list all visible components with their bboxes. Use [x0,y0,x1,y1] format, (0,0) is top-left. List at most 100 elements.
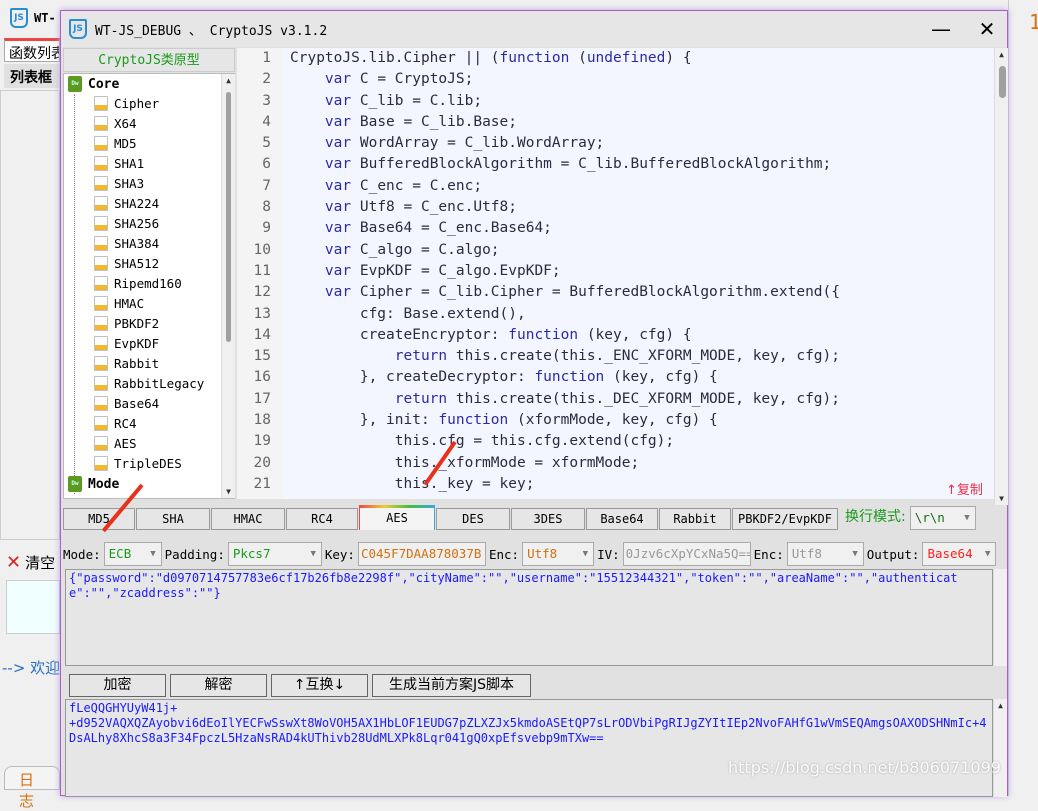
line-number: 21 [253,475,271,492]
tab-md5[interactable]: MD5 [63,508,135,530]
document-icon [94,276,108,291]
scroll-up-icon[interactable]: ▲ [994,701,1007,710]
log-tab[interactable]: 日志 [4,766,60,810]
generate-script-button[interactable]: 生成当前方案JS脚本 [372,674,531,697]
newline-mode-select[interactable]: \r\n ▼ [909,506,976,530]
document-icon [94,196,108,211]
tree-item-label: Base64 [114,396,160,411]
output-scrollbar[interactable]: ▲ [993,699,1007,797]
line-number: 13 [253,305,271,322]
tab-base64[interactable]: Base64 [586,508,658,530]
chevron-down-icon: ▼ [964,513,970,523]
tree-group[interactable]: Dw Core [68,76,119,92]
encrypt-button[interactable]: 加密 [69,674,166,697]
tree-item[interactable]: SHA384 [94,236,159,251]
tree-item[interactable]: SHA1 [94,156,144,171]
tab-rc4[interactable]: RC4 [286,508,358,530]
tree-group[interactable]: Dw Mode [68,476,119,492]
input-scrollbar[interactable] [993,569,1007,666]
key-encoding-select[interactable]: Utf8 ▼ [522,542,595,566]
code-line: }, init: function (xformMode, key, cfg) … [290,412,718,429]
scroll-down-icon[interactable]: ▼ [222,487,235,496]
tree-item[interactable]: X64 [94,116,137,131]
tree-item[interactable]: Rabbit [94,356,159,371]
background-title: JS WT- [10,8,56,28]
line-number: 14 [253,326,271,343]
tree-scrollbar[interactable]: ▲ ▼ [221,74,235,498]
tree-item[interactable]: MD5 [94,136,137,151]
tree-item[interactable]: AES [94,436,137,451]
tree-item[interactable]: SHA3 [94,176,144,191]
tab-3des[interactable]: 3DES [511,508,585,530]
tab-sha[interactable]: SHA [136,508,210,530]
cryptojs-window: JS WT-JS_DEBUG 、 CryptoJS v3.1.2 — ✕ Cry… [60,10,1008,797]
tree-item-label: TripleDES [114,456,182,471]
clear-button[interactable]: ✕ 清空 [6,552,55,573]
tree-item[interactable]: EvpKDF [94,336,159,351]
tab-hmac[interactable]: HMAC [211,508,285,530]
line-number: 9 [262,220,271,237]
scroll-up-icon[interactable]: ▲ [222,76,235,85]
scroll-up-icon[interactable]: ▲ [995,50,1008,59]
document-icon [94,96,108,111]
iv-enc-label: Enc: [753,546,784,562]
tab-pbkdf2evpkdf[interactable]: PBKDF2/EvpKDF [732,508,838,530]
tree-item-label: AES [114,436,137,451]
options-row: Mode: ECB ▼ Padding: Pkcs7 ▼ Key: C045F7DA… [63,539,1007,569]
iv-input[interactable]: 0Jzv6cXpYCxNa5Q== [622,542,751,566]
iv-encoding-select[interactable]: Utf8 ▼ [786,542,864,566]
tree-item-label: RabbitLegacy [114,376,205,391]
js-logo-icon: JS [10,8,28,28]
tree-item[interactable]: HMAC [94,296,144,311]
swap-button[interactable]: ↑互换↓ [271,674,368,697]
iv-label: IV: [597,546,620,562]
scroll-down-icon[interactable]: ▼ [995,494,1008,503]
line-number: 18 [253,412,271,429]
minimize-button[interactable]: — [921,15,961,43]
newline-mode-value: \r\n [914,510,945,525]
scroll-thumb[interactable] [226,92,231,342]
line-number: 7 [262,177,271,194]
line-number: 5 [262,135,271,152]
tab-rabbit[interactable]: Rabbit [659,508,731,530]
decrypt-button[interactable]: 解密 [170,674,267,697]
padding-select[interactable]: Pkcs7 ▼ [227,542,322,566]
tree-item[interactable]: PBKDF2 [94,316,159,331]
close-button[interactable]: ✕ [967,15,1007,43]
function-list-tab[interactable]: 函数列表 [4,38,60,62]
line-number: 16 [253,369,271,386]
background-input[interactable] [6,580,60,634]
tree-item[interactable]: Cipher [94,96,159,111]
tree-item-label: Rabbit [114,356,160,371]
tree-item-label: SHA224 [114,196,160,211]
right-number: 1 [1029,10,1038,34]
folder-icon: Dw [68,76,82,92]
copy-button[interactable]: ↑复制 [946,479,983,498]
code-line: this._key = key; [290,475,535,492]
plaintext-input[interactable]: {"password":"d0970714757783e6cf17b26fb8e… [65,569,993,666]
tree-item[interactable]: SHA512 [94,256,159,271]
tree-item[interactable]: RC4 [94,416,137,431]
line-numbers: 1 2 3 4 5 6 7 8 9 10 11 12 13 14 15 16 17 18 19 20 21 [237,48,283,499]
code-scrollbar[interactable]: ▲ ▼ [994,48,1008,505]
tree-item-label: SHA384 [114,236,160,251]
mode-select[interactable]: ECB ▼ [103,542,162,566]
key-input[interactable]: C045F7DAA878037B [357,542,486,566]
ciphertext-output[interactable]: fLeQQGHYUyW41j+ +d952VAQXQZAyobvi6dEoIlY… [65,699,993,797]
document-icon [94,416,108,431]
tree-item[interactable]: Ripemd160 [94,276,182,291]
tab-des[interactable]: DES [436,508,510,530]
line-number: 15 [253,348,271,365]
tab-aes[interactable]: AES [359,505,435,530]
code-editor[interactable]: CryptoJS.lib.Cipher || (function (undefi… [283,48,994,499]
tree-item[interactable]: TripleDES [94,456,182,471]
tree-item[interactable]: SHA224 [94,196,159,211]
tree-item[interactable]: SHA256 [94,216,159,231]
watermark: https://blog.csdn.net/b806071099 [728,758,1001,777]
tree-item[interactable]: Base64 [94,396,159,411]
output-format-select[interactable]: Base64 ▼ [922,542,997,566]
tree-item-label: RC4 [114,416,137,431]
tree-item[interactable]: RabbitLegacy [94,376,204,391]
document-icon [94,256,108,271]
scroll-thumb[interactable] [999,66,1006,98]
